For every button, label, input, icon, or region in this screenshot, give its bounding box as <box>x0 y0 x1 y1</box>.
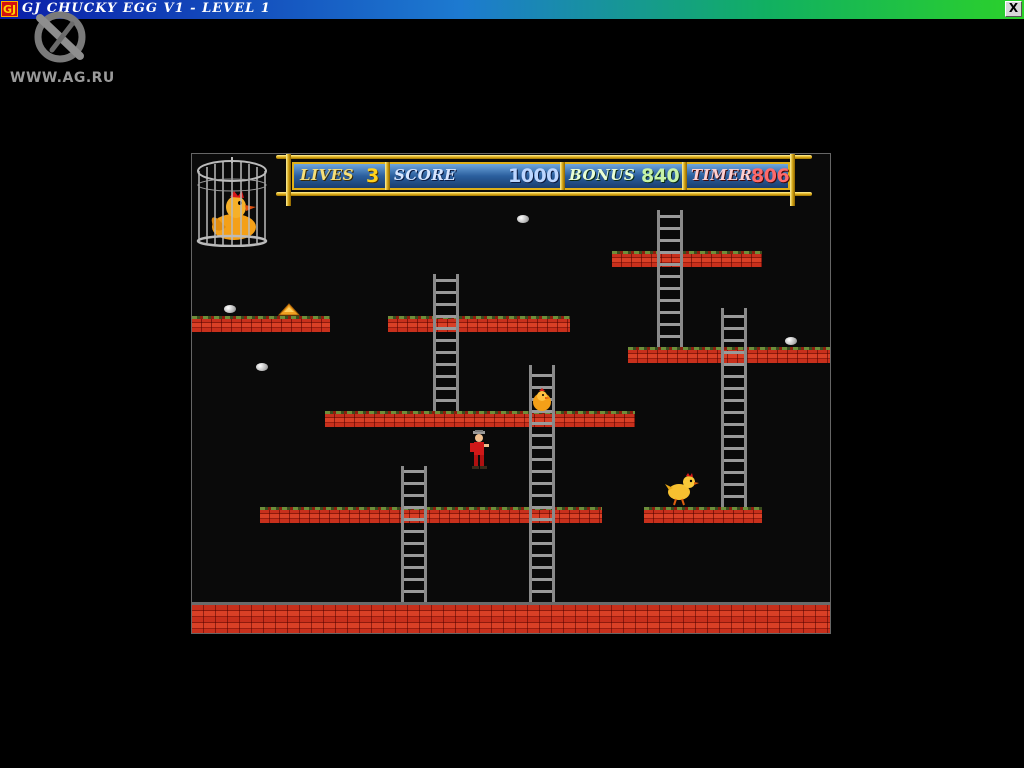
timer-display: TIMER 806 <box>687 164 790 188</box>
bonus-label: BONUS <box>569 166 636 184</box>
seed-icon <box>256 363 268 371</box>
score-label: SCORE <box>394 166 457 184</box>
hud-panel: LIVES 3 SCORE 1000 BONUS 840 TIMER 806 <box>292 162 790 190</box>
seed-icon <box>785 337 797 345</box>
ladder <box>433 274 459 411</box>
bonus-value: 840 <box>641 165 680 187</box>
timer-label: TIMER <box>691 166 753 184</box>
score-value: 1000 <box>508 165 559 187</box>
player-farmer-icon <box>470 430 489 469</box>
close-button[interactable]: X <box>1005 1 1022 17</box>
hud-rail-top <box>276 155 812 159</box>
egg-icon <box>533 388 551 411</box>
ladder <box>721 308 747 507</box>
caged-duck-icon <box>196 157 268 247</box>
watermark-logo-icon <box>34 11 86 63</box>
platform <box>192 316 330 332</box>
hen-icon <box>665 473 699 506</box>
hud-post-right <box>790 154 795 206</box>
ladder <box>657 210 683 347</box>
bonus-display: BONUS 840 <box>565 164 682 188</box>
grain-pile-icon <box>278 303 300 316</box>
game-canvas[interactable]: LIVES 3 SCORE 1000 BONUS 840 TIMER 806 <box>191 153 831 634</box>
ground-floor <box>192 602 830 633</box>
window-title-bar: GJ GJ CHUCKY EGG V1 - LEVEL 1 X <box>0 0 1024 19</box>
platform <box>388 316 570 332</box>
hud-rail-bottom <box>276 192 812 196</box>
app-icon[interactable]: GJ <box>1 1 18 17</box>
seed-icon <box>517 215 529 223</box>
platform <box>644 507 762 523</box>
watermark-text: WWW.AG.RU <box>10 70 115 86</box>
platform <box>325 411 635 427</box>
timer-value: 806 <box>751 165 790 187</box>
ladder <box>401 466 427 602</box>
score-display: SCORE 1000 <box>390 164 560 188</box>
lives-value: 3 <box>366 165 379 187</box>
seed-icon <box>224 305 236 313</box>
lives-display: LIVES 3 <box>294 164 386 188</box>
lives-label: LIVES <box>300 166 354 184</box>
hud-bar: LIVES 3 SCORE 1000 BONUS 840 TIMER 806 <box>276 154 816 206</box>
platform <box>612 251 762 267</box>
hud-post-left <box>286 154 291 206</box>
